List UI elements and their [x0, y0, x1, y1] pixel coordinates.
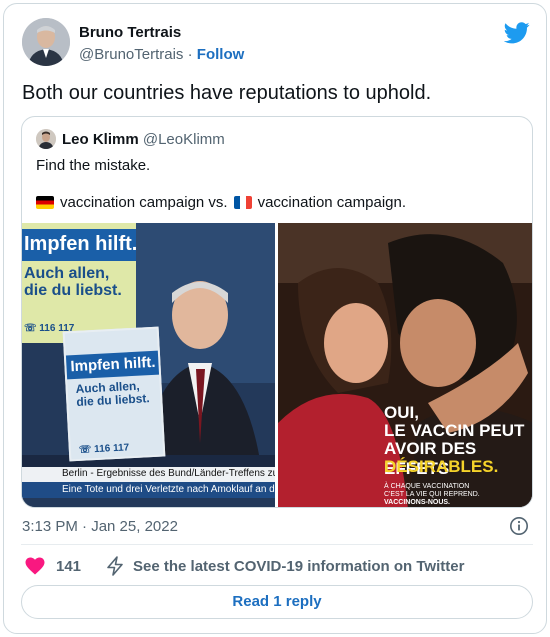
read-replies-button[interactable]: Read 1 reply — [21, 585, 533, 619]
poster-large-subline: Auch allen, die du liebst. — [24, 265, 122, 299]
germany-flag-icon — [36, 196, 54, 209]
french-slogan-line-2: LE VACCIN PEUT — [384, 421, 525, 440]
quoted-author-line: Leo Klimm @LeoKlimm — [62, 131, 225, 148]
news-ticker-bottom: Eine Tote und drei Verletzte nach Amokla… — [22, 482, 275, 498]
french-campaign-image[interactable]: OUI, LE VACCIN PEUT AVOIR DES EFFETS DÉS… — [278, 223, 532, 507]
quoted-text-line-2: vaccination campaign vs. vaccination cam… — [36, 194, 406, 211]
poster-held-subline: Auch allen, die du liebst. — [75, 379, 150, 409]
german-campaign-image[interactable]: Impfen hilft. Auch allen, die du liebst.… — [22, 223, 275, 507]
covid-info-link[interactable]: See the latest COVID-19 information on T… — [133, 558, 464, 575]
french-small-line-1: À CHAQUE VACCINATION — [384, 483, 470, 490]
author-handle[interactable]: @BrunoTertrais — [79, 46, 183, 63]
quoted-tweet[interactable]: Leo Klimm @LeoKlimm Find the mistake. va… — [21, 116, 533, 508]
poster-held-phone: ☏ 116 117 — [78, 442, 130, 456]
poster-large-subline-2: die du liebst. — [24, 282, 122, 299]
author-avatar[interactable] — [22, 18, 70, 66]
follow-button[interactable]: Follow — [197, 46, 245, 63]
heart-icon[interactable] — [25, 557, 45, 575]
poster-held-headline: Impfen hilft. — [65, 350, 160, 380]
quoted-author-name: Leo Klimm — [62, 131, 139, 148]
info-icon[interactable] — [509, 516, 529, 536]
poster-large-headline: Impfen hilft. — [22, 229, 137, 261]
quoted-text-part-2: vaccination campaign. — [257, 194, 407, 211]
french-small-line-2: C'EST LA VIE QUI REPREND. — [384, 491, 480, 498]
quoted-author-handle: @LeoKlimm — [142, 131, 225, 148]
poster-held: Impfen hilft. Auch allen, die du liebst.… — [62, 326, 166, 462]
divider — [21, 544, 533, 545]
quoted-text-part-1: vaccination campaign vs. — [60, 194, 228, 211]
quoted-text-line-1: Find the mistake. — [36, 157, 151, 174]
news-ticker-top: Berlin - Ergebnisse des Bund/Länder-Tref… — [22, 467, 275, 482]
french-slogan-line-1: OUI, — [384, 403, 419, 422]
like-count[interactable]: 141 — [56, 558, 81, 575]
poster-large-subline-1: Auch allen, — [24, 265, 110, 282]
france-flag-icon — [233, 196, 252, 209]
tweet-card: Bruno Tertrais @BrunoTertrais · Follow B… — [3, 3, 547, 634]
poster-large: Impfen hilft. Auch allen, die du liebst.… — [22, 223, 137, 343]
poster-held-subline-2: die du liebst. — [75, 391, 150, 409]
handle-separator: · — [183, 46, 197, 63]
twitter-bird-icon[interactable] — [504, 22, 530, 44]
french-small-line-3: VACCINONS-NOUS. — [384, 499, 450, 506]
quoted-author-avatar — [36, 129, 56, 149]
tweet-text: Both our countries have reputations to u… — [22, 82, 432, 104]
french-slogan-line-4: DÉSIRABLES. — [384, 457, 499, 476]
author-handle-row: @BrunoTertrais · Follow — [79, 46, 244, 63]
tweet-timestamp[interactable]: 3:13 PM · Jan 25, 2022 — [22, 518, 178, 535]
author-name[interactable]: Bruno Tertrais — [79, 24, 181, 41]
poster-held-phone-number: 116 117 — [93, 442, 130, 456]
bolt-icon — [107, 556, 123, 576]
